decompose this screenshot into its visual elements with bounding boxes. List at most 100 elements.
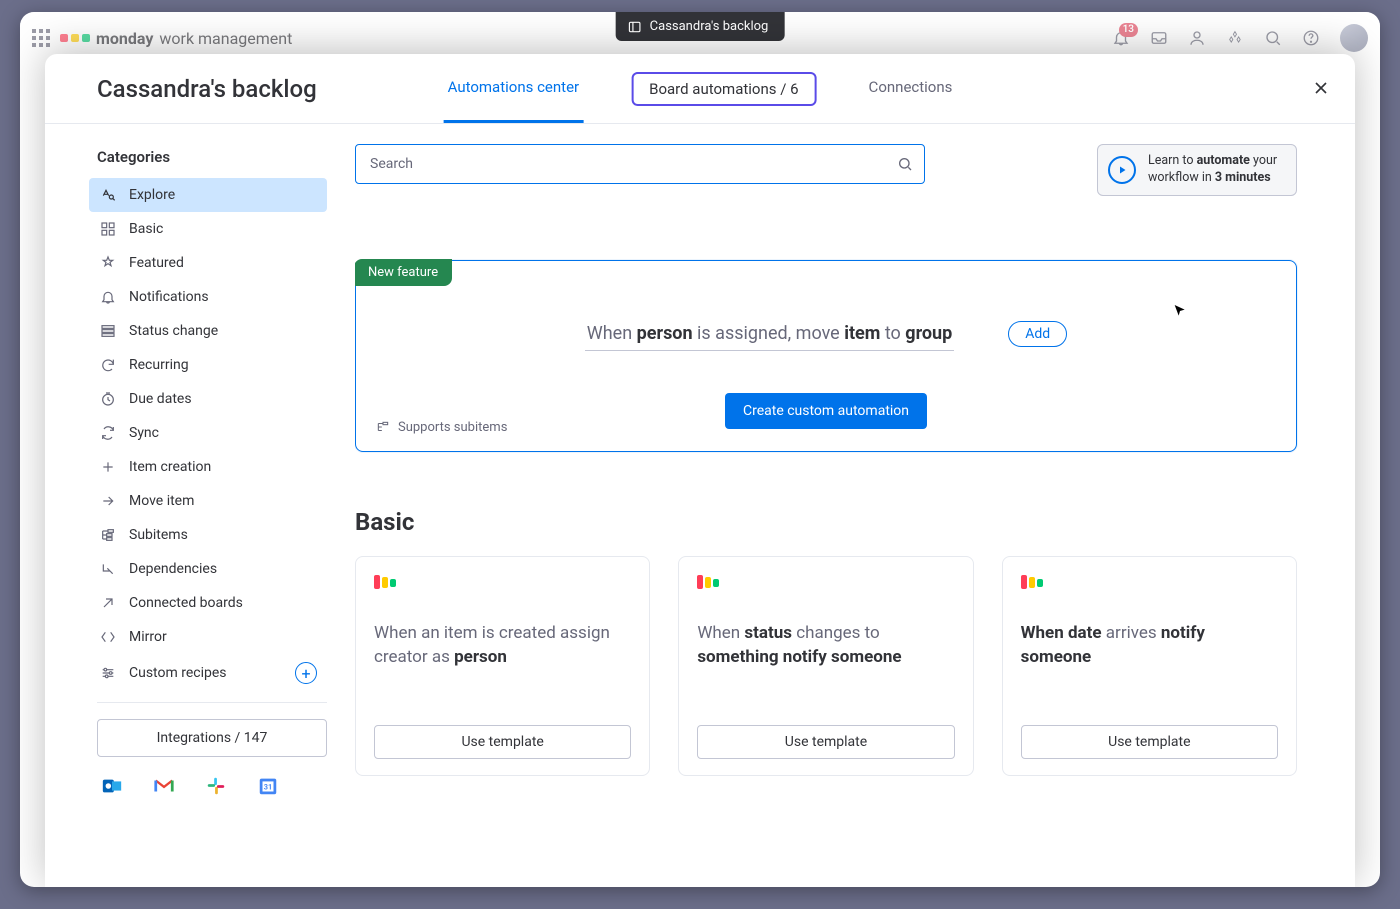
- learn-text: Learn to automate your workflow in 3 min…: [1148, 153, 1282, 187]
- sidebar-item-label: Dependencies: [129, 561, 317, 577]
- sidebar-item-dependencies[interactable]: Dependencies: [89, 552, 327, 586]
- sidebar-item-label: Item creation: [129, 459, 317, 475]
- add-label: Add: [1025, 326, 1050, 342]
- supports-subitems: Supports subitems: [376, 420, 507, 435]
- sidebar-item-connected-boards[interactable]: Connected boards: [89, 586, 327, 620]
- help-icon[interactable]: [1302, 29, 1320, 47]
- card-text: When date arrives notify someone: [1021, 621, 1278, 670]
- play-icon: [1108, 156, 1136, 184]
- tab-automations-center[interactable]: Automations center: [444, 54, 584, 123]
- google-calendar-icon[interactable]: 31: [257, 775, 279, 797]
- tab-connections[interactable]: Connections: [865, 54, 957, 123]
- dependencies-icon: [99, 560, 117, 578]
- app-launcher-icon[interactable]: [32, 29, 50, 47]
- add-recipe-button[interactable]: +: [295, 662, 317, 684]
- sidebar-item-label: Basic: [129, 221, 317, 237]
- sidebar-item-recurring[interactable]: Recurring: [89, 348, 327, 382]
- use-template-label: Use template: [1108, 734, 1190, 750]
- integrations-label: Integrations / 147: [157, 730, 268, 746]
- outlook-icon[interactable]: [101, 775, 123, 797]
- slack-icon[interactable]: [205, 775, 227, 797]
- subitems-icon: [376, 420, 390, 434]
- board-title: Cassandra's backlog: [97, 75, 317, 103]
- inbox-icon[interactable]: [1150, 29, 1168, 47]
- tab-label: Board automations / 6: [649, 80, 798, 98]
- basic-icon: [99, 220, 117, 238]
- sidebar-item-due-dates[interactable]: Due dates: [89, 382, 327, 416]
- sidebar-item-label: Move item: [129, 493, 317, 509]
- board-pill-label: Cassandra's backlog: [650, 19, 769, 34]
- arrow-up-right-icon: [99, 594, 117, 612]
- invite-icon[interactable]: [1188, 29, 1206, 47]
- gmail-icon[interactable]: [153, 775, 175, 797]
- sidebar-title: Categories: [97, 148, 327, 166]
- sliders-icon: [99, 664, 117, 682]
- new-feature-badge: New feature: [355, 259, 452, 286]
- automations-modal: Cassandra's backlog Automations center B…: [45, 54, 1355, 887]
- sidebar-item-label: Sync: [129, 425, 317, 441]
- create-custom-automation-button[interactable]: Create custom automation: [725, 393, 927, 429]
- recurring-icon: [99, 356, 117, 374]
- sidebar: Categories Explore Basic Featured Notifi…: [45, 124, 355, 887]
- learn-card[interactable]: Learn to automate your workflow in 3 min…: [1097, 144, 1297, 196]
- monday-logo-icon: [697, 575, 721, 599]
- supports-label: Supports subitems: [398, 420, 507, 435]
- sync-icon: [99, 424, 117, 442]
- app-name: monday: [96, 29, 153, 48]
- svg-text:31: 31: [264, 783, 272, 792]
- modal-header: Cassandra's backlog Automations center B…: [45, 54, 1355, 124]
- explore-icon: [99, 186, 117, 204]
- tab-label: Automations center: [448, 78, 580, 96]
- avatar[interactable]: [1340, 24, 1368, 52]
- tab-board-automations[interactable]: Board automations / 6: [631, 72, 816, 106]
- use-template-button[interactable]: Use template: [1021, 725, 1278, 759]
- sidebar-item-sync[interactable]: Sync: [89, 416, 327, 450]
- sidebar-item-explore[interactable]: Explore: [89, 178, 327, 212]
- sidebar-item-label: Mirror: [129, 629, 317, 645]
- card-text: When an item is created assign creator a…: [374, 621, 631, 670]
- subitems-icon: [99, 526, 117, 544]
- use-template-button[interactable]: Use template: [697, 725, 954, 759]
- sidebar-item-notifications[interactable]: Notifications: [89, 280, 327, 314]
- sidebar-item-subitems[interactable]: Subitems: [89, 518, 327, 552]
- featured-icon: [99, 254, 117, 272]
- arrow-right-icon: [99, 492, 117, 510]
- sidebar-item-featured[interactable]: Featured: [89, 246, 327, 280]
- cursor-icon: [1172, 303, 1188, 319]
- search-icon[interactable]: [1264, 29, 1282, 47]
- sidebar-item-basic[interactable]: Basic: [89, 212, 327, 246]
- search-input[interactable]: [355, 144, 925, 184]
- search-wrap: [355, 144, 925, 184]
- sidebar-item-custom-recipes[interactable]: Custom recipes +: [89, 654, 327, 692]
- sidebar-item-label: Due dates: [129, 391, 317, 407]
- plus-icon: [99, 458, 117, 476]
- clock-icon: [99, 390, 117, 408]
- notifications-icon[interactable]: 13: [1112, 29, 1130, 47]
- sidebar-item-label: Subitems: [129, 527, 317, 543]
- sidebar-item-label: Connected boards: [129, 595, 317, 611]
- automation-card[interactable]: When status changes to something notify …: [678, 556, 973, 776]
- automation-card[interactable]: When an item is created assign creator a…: [355, 556, 650, 776]
- monday-logo-icon: [1021, 575, 1045, 599]
- tab-label: Connections: [869, 78, 953, 96]
- add-recipe-pill[interactable]: Add: [1008, 321, 1067, 347]
- notification-badge: 13: [1119, 23, 1138, 37]
- sidebar-item-status-change[interactable]: Status change: [89, 314, 327, 348]
- close-button[interactable]: [1311, 78, 1331, 98]
- integrations-button[interactable]: Integrations / 147: [97, 719, 327, 757]
- recipe-sentence[interactable]: When person is assigned, move item to gr…: [585, 317, 955, 351]
- use-template-label: Use template: [785, 734, 867, 750]
- bell-icon: [99, 288, 117, 306]
- section-title-basic: Basic: [355, 508, 1297, 536]
- automation-card[interactable]: When date arrives notify someone Use tem…: [1002, 556, 1297, 776]
- sidebar-item-item-creation[interactable]: Item creation: [89, 450, 327, 484]
- create-label: Create custom automation: [743, 403, 909, 419]
- use-template-button[interactable]: Use template: [374, 725, 631, 759]
- apps-icon[interactable]: [1226, 29, 1244, 47]
- divider: [97, 702, 327, 703]
- status-icon: [99, 322, 117, 340]
- monday-logo-icon: [374, 575, 398, 599]
- sidebar-item-mirror[interactable]: Mirror: [89, 620, 327, 654]
- main-content: Learn to automate your workflow in 3 min…: [355, 124, 1355, 887]
- sidebar-item-move-item[interactable]: Move item: [89, 484, 327, 518]
